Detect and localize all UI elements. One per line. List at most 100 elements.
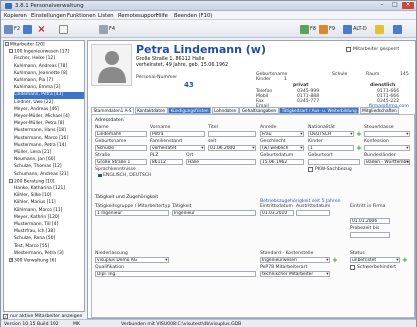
employee-tree[interactable]: - Mitarbeiter [20] -100 Ingenieurwesen [17…: [3, 40, 85, 312]
collapse-icon[interactable]: -: [9, 178, 13, 183]
familienstand-select[interactable]: verheiratet: [150, 145, 205, 151]
eintritt-firma-input[interactable]: 01.01.2006: [350, 218, 390, 224]
tree-employee-item[interactable]: Meyer, Andreas [46]: [14, 107, 84, 114]
tree-employee-item[interactable]: Mustermann, Till [4]: [14, 222, 84, 229]
status-select[interactable]: unbefristet: [350, 257, 400, 263]
alt-d-button[interactable]: ALT-D: [343, 23, 367, 35]
ort-input[interactable]: Halle: [186, 159, 256, 165]
tree-employee-item[interactable]: Schulze, Thomas [12]: [14, 164, 84, 171]
new-button[interactable]: [23, 23, 32, 35]
tree-employee-item[interactable]: Lindemann, Petra [43]: [14, 92, 84, 99]
tree-employee-item[interactable]: Meyer-Müller, Michael [4]: [14, 114, 84, 121]
tree-employee-item[interactable]: Kuhlmann, Pia [7]: [14, 78, 84, 85]
tree-employee-item[interactable]: Mustermann, Hans [18]: [14, 128, 84, 135]
nationalitaet-select[interactable]: DEUTSCH: [308, 131, 354, 137]
f8-button[interactable]: F8: [300, 23, 316, 35]
pep-select[interactable]: technischer Mitarbeiter: [260, 271, 330, 277]
tree-group[interactable]: -100 Ingenieurwesen [17]: [9, 49, 84, 56]
gesperrt-toggle[interactable]: Mitarbeiter gesperrt: [346, 47, 399, 52]
geburtsdatum-input[interactable]: 15.06.1962: [260, 159, 304, 165]
tree-employee-item[interactable]: Mustrfrau, Ich [38]: [14, 229, 84, 236]
info-button[interactable]: [375, 23, 384, 35]
kostenstelle-select[interactable]: Ingenieurwesen: [260, 257, 330, 263]
eintrittsdatum-input[interactable]: 01.03.2010: [260, 210, 294, 216]
steuerklasse-select[interactable]: [364, 131, 410, 137]
tree-employee-item[interactable]: Kuhlmann, Jeannette [8]: [14, 71, 84, 78]
maximize-button[interactable]: □: [389, 2, 401, 9]
tree-employee-item[interactable]: Köhler, Marius [11]: [14, 200, 84, 207]
tree-employee-item[interactable]: Kuhlmann, Andreas [78]: [14, 64, 84, 71]
sprache-value[interactable]: ENGLISCH, DEUTSCH: [98, 173, 152, 178]
probezeit-input[interactable]: [350, 232, 390, 238]
help-button[interactable]: [393, 23, 402, 35]
close-button[interactable]: ×: [402, 2, 414, 9]
tree-employee-item[interactable]: Köhlmann, Marco [11]: [14, 208, 84, 215]
geburtsort-input[interactable]: [308, 159, 360, 165]
tree-employee-item[interactable]: Neumann, Jan [60]: [14, 157, 84, 164]
tree-employee-item[interactable]: Westermann, Petra [3]: [14, 251, 84, 258]
tree-employee-item[interactable]: Hanke, Katharina [121]: [14, 186, 84, 193]
tree-employee-item[interactable]: Meyer-Müller, Petra [8]: [14, 121, 84, 128]
expand-icon[interactable]: +: [9, 258, 13, 262]
f2-button[interactable]: F2: [4, 23, 20, 35]
add-kostenstelle-icon[interactable]: +: [332, 257, 338, 264]
tree-employee-item[interactable]: Schumann, Andreas [21]: [14, 172, 84, 179]
menu-funktionen[interactable]: Funktionen: [67, 13, 96, 19]
pkw-checkbox[interactable]: [308, 167, 313, 172]
seit-date-input[interactable]: 01.06.2000: [208, 145, 256, 151]
tab-stammdaten[interactable]: Stammdaten1 A-S: [91, 107, 135, 114]
qualifikation-input[interactable]: Dipl. Ing.: [95, 271, 256, 277]
plz-input[interactable]: 86112: [150, 159, 183, 165]
taetigkeitsgruppe-input[interactable]: 1 Ingenieur: [95, 210, 169, 216]
tree-group[interactable]: -200 Beratung [10]: [9, 178, 84, 186]
tab-kuendigungsfristen[interactable]: Kündigungsfristen: [168, 107, 212, 114]
niederlassung-select[interactable]: visuplus Demo AG: [95, 257, 169, 263]
tree-employee-item[interactable]: Köhler, Silke [10]: [14, 193, 84, 200]
avatar[interactable]: [91, 44, 132, 86]
gesperrt-checkbox[interactable]: [346, 47, 351, 52]
bundeslaender-select[interactable]: Baden - Württemberg: [364, 159, 410, 165]
f4-button[interactable]: F4: [99, 23, 115, 35]
tree-employee-item[interactable]: Mustermann, Petra [14]: [14, 143, 84, 150]
print-button[interactable]: [59, 23, 68, 35]
minimize-button[interactable]: –: [376, 2, 388, 9]
name-input[interactable]: Lindemann: [95, 131, 147, 137]
austrittsdatum-input[interactable]: [296, 210, 330, 216]
tree-employee-item[interactable]: Lindner, Uwe [22]: [14, 100, 84, 107]
tree-employee-item[interactable]: Fischer, Heike [12]: [14, 56, 84, 63]
taetigkeit-input[interactable]: Ingenieur: [172, 210, 256, 216]
add-nationalitaet-icon[interactable]: +: [356, 131, 362, 138]
add-kind-icon[interactable]: +: [356, 145, 362, 152]
tab-mitgliedschaften[interactable]: Mitgliedschaften: [359, 107, 400, 114]
menu-beenden[interactable]: Beenden (F10): [174, 13, 212, 19]
konfession-select[interactable]: [364, 145, 410, 151]
tab-gehaltsangaben[interactable]: Gehaltsangaben: [239, 107, 279, 114]
tree-employee-item[interactable]: Mustermann, Marco [16]: [14, 136, 84, 143]
active-filter-checkbox[interactable]: ✓: [3, 313, 8, 319]
tree-employee-item[interactable]: Schulze, Rena [50]: [14, 236, 84, 243]
geschlecht-select[interactable]: (w) weiblich: [260, 145, 304, 151]
titel-input[interactable]: [208, 131, 256, 137]
menu-remotesupport[interactable]: Remotesupport: [118, 13, 158, 19]
tree-group[interactable]: - Mitarbeiter [20]: [5, 42, 84, 49]
menu-listen[interactable]: Listen: [98, 13, 114, 19]
tree-employee-item[interactable]: Meyer, Kathrin [120]: [14, 215, 84, 222]
tree-employee-item[interactable]: Test, Marco [55]: [14, 244, 84, 251]
vorname-input[interactable]: Petra: [150, 131, 205, 137]
add-status-icon[interactable]: +: [402, 257, 408, 264]
tab-taetigkeitsart[interactable]: Tätigkeitsart / Aus- u. Weiterbildung: [279, 107, 360, 114]
strasse-input[interactable]: Große Straße 1: [95, 159, 147, 165]
kinder-input[interactable]: 1: [308, 145, 354, 151]
delete-button[interactable]: ×: [37, 23, 46, 35]
tree-employee-item[interactable]: Müller, Lena [21]: [14, 150, 84, 157]
tree-employee-item[interactable]: Kuhlmann, Emma [2]: [14, 85, 84, 92]
tab-lohndaten[interactable]: Lohndaten: [211, 107, 239, 114]
tab-kontaktdaten[interactable]: Kontaktdaten: [134, 107, 168, 114]
schwerbehindert-checkbox[interactable]: [350, 265, 355, 270]
menu-einstellungen[interactable]: Einstellungen: [31, 13, 66, 19]
tree-group[interactable]: +300 Verwaltung [6]: [9, 258, 84, 265]
menu-hilfe[interactable]: Hilfe: [156, 13, 168, 19]
schwerbehindert-toggle[interactable]: Schwerbehindert: [350, 265, 396, 270]
collapse-icon[interactable]: -: [9, 49, 13, 54]
f9-button[interactable]: F9: [319, 23, 335, 35]
